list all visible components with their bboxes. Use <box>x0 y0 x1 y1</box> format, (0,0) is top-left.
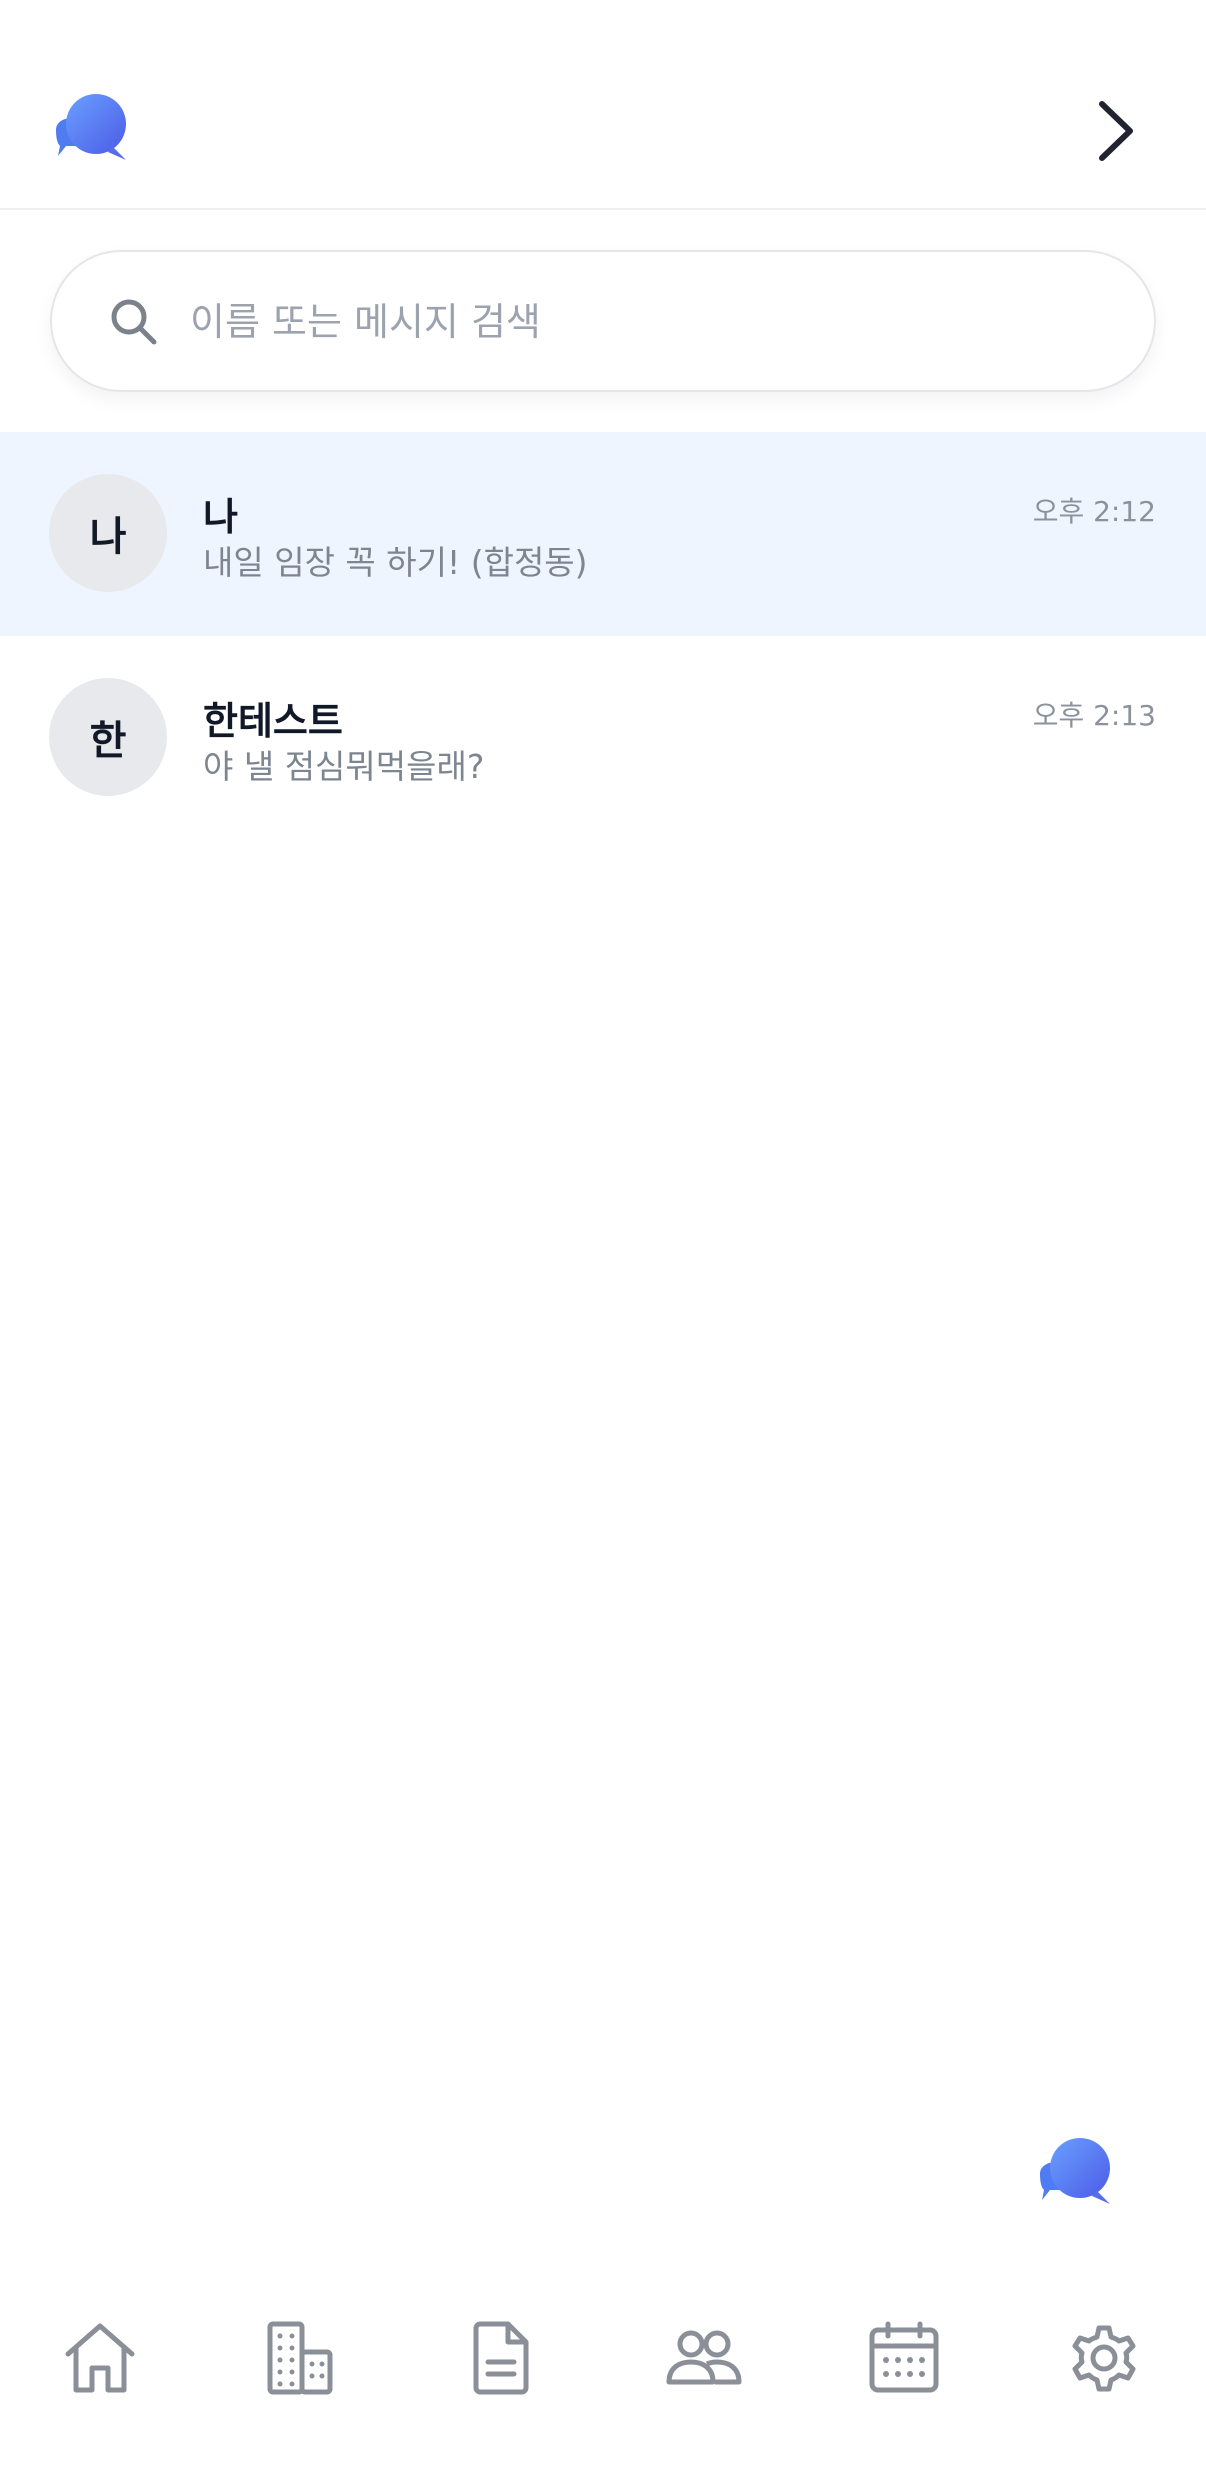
nav-home[interactable] <box>60 2318 140 2398</box>
chat-list-screen: 나 나 내일 임장 꼭 하기! (합정동) 오후 2:12 한 한테스트 야 낼… <box>0 0 1206 2487</box>
chat-list-item[interactable]: 한 한테스트 야 낼 점심뭐먹을래? 오후 2:13 <box>0 636 1206 840</box>
search-icon <box>111 299 157 345</box>
chat-time: 오후 2:12 <box>1032 495 1156 528</box>
chat-time: 오후 2:13 <box>1032 699 1156 732</box>
search-input[interactable] <box>190 282 1090 362</box>
nav-settings[interactable] <box>1064 2318 1144 2398</box>
home-icon <box>65 2323 135 2393</box>
top-header <box>0 0 1206 210</box>
chevron-right-icon[interactable] <box>1090 98 1140 164</box>
new-chat-icon[interactable] <box>1034 2136 1116 2216</box>
people-icon <box>666 2330 742 2385</box>
avatar: 한 <box>49 678 167 796</box>
chat-list-item[interactable]: 나 나 내일 임장 꼭 하기! (합정동) 오후 2:12 <box>0 432 1206 636</box>
nav-calendar[interactable] <box>864 2318 944 2398</box>
nav-documents[interactable] <box>462 2318 542 2398</box>
avatar: 나 <box>49 474 167 592</box>
chat-preview: 야 낼 점심뭐먹을래? <box>203 747 485 786</box>
chat-name: 한테스트 <box>203 699 343 743</box>
chat-bubbles-icon <box>56 94 126 160</box>
search-bar[interactable] <box>50 250 1156 392</box>
bottom-navigation <box>0 2270 1206 2440</box>
nav-buildings[interactable] <box>260 2318 340 2398</box>
nav-people[interactable] <box>663 2318 743 2398</box>
document-icon <box>473 2321 529 2395</box>
chat-name: 나 <box>203 495 238 539</box>
settings-icon <box>1072 2325 1136 2392</box>
chat-preview: 내일 임장 꼭 하기! (합정동) <box>203 543 588 582</box>
calendar-icon <box>869 2321 939 2393</box>
building-icon <box>267 2321 333 2395</box>
